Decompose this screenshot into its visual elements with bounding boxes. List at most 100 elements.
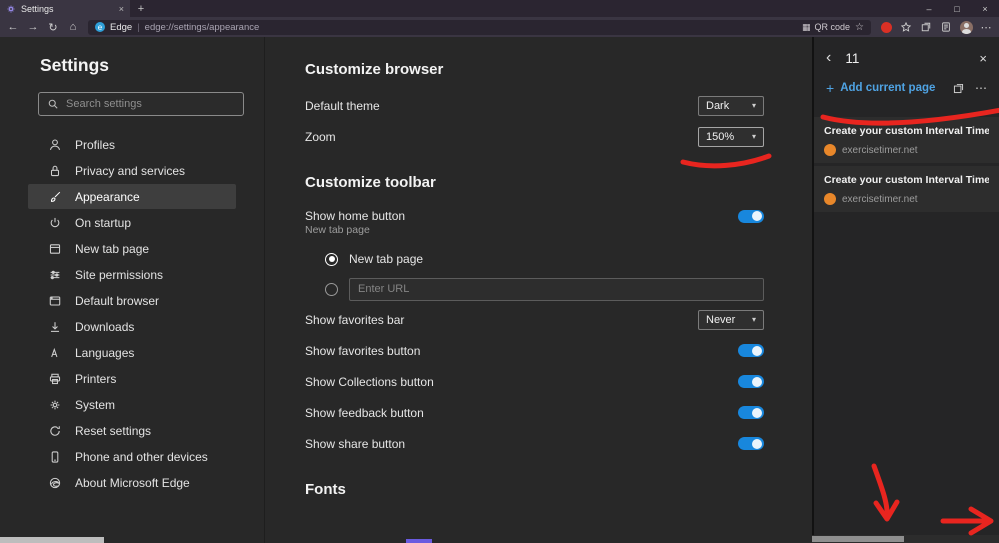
sidebar-item-printers[interactable]: Printers (28, 366, 236, 391)
sidebar-item-label: About Microsoft Edge (75, 475, 190, 490)
settings-searchbox[interactable] (38, 92, 244, 116)
show-feedback-button-row: Show feedback button (305, 397, 764, 428)
sidebar-item-label: System (75, 397, 116, 412)
settings-more-icon[interactable]: ⋯ (977, 19, 995, 35)
chevron-down-icon: ▾ (751, 315, 756, 324)
collections-icon[interactable] (952, 82, 965, 95)
edge-logo-icon (49, 477, 61, 488)
site-favicon (824, 193, 836, 205)
sidebar-item-label: Profiles (75, 137, 116, 152)
add-favorite-star-icon[interactable]: ☆ (855, 22, 864, 33)
show-share-button-toggle[interactable] (738, 437, 764, 450)
show-home-button-caption: New tab page (305, 224, 370, 236)
sidebar-item-default-browser[interactable]: Default browser (28, 288, 236, 313)
show-collections-button-toggle[interactable] (738, 375, 764, 388)
favorites-bar-dropdown[interactable]: Never ▾ (698, 309, 764, 330)
minimize-button[interactable]: – (915, 0, 943, 17)
sidebar-item-privacy[interactable]: Privacy and services (28, 158, 236, 183)
chevron-down-icon: ▾ (751, 101, 756, 110)
default-theme-row: Default theme Dark ▾ (305, 90, 764, 121)
search-input[interactable] (66, 98, 235, 110)
default-theme-label: Default theme (305, 98, 380, 113)
customize-browser-heading: Customize browser (305, 61, 444, 78)
maximize-button[interactable]: □ (943, 0, 971, 17)
forward-icon[interactable]: → (24, 19, 42, 35)
qr-code-button[interactable]: ▦ QR code (802, 22, 850, 33)
sidebar-item-label: Phone and other devices (75, 449, 208, 464)
address-bar[interactable]: e Edge | edge://settings/appearance ▦ QR… (88, 19, 871, 35)
reset-icon (50, 425, 60, 436)
newtab-radio-label: New tab page (349, 252, 424, 266)
home-icon[interactable]: ⌂ (64, 19, 82, 35)
sidebar-item-profiles[interactable]: Profiles (28, 132, 236, 157)
sidebar-item-label: Privacy and services (75, 163, 186, 178)
tab-settings[interactable]: Settings × (0, 0, 130, 17)
download-icon (50, 321, 60, 332)
show-collections-button-row: Show Collections button (305, 366, 764, 397)
bottom-left-scrollbar-thumb[interactable] (0, 537, 104, 543)
edge-logo-icon: e (95, 22, 105, 32)
home-url-input[interactable] (349, 277, 764, 301)
panel-close-icon[interactable]: × (979, 51, 987, 66)
back-chevron-icon[interactable]: ‹ (826, 50, 831, 66)
bottom-accent-fragment (406, 539, 432, 543)
sidebar-item-system[interactable]: System (28, 392, 236, 417)
home-url-radio-row (325, 274, 764, 304)
page-toolbar-icon[interactable] (937, 19, 955, 35)
refresh-icon[interactable]: ↻ (44, 19, 62, 35)
collections-toolbar-icon[interactable] (917, 19, 935, 35)
chevron-down-icon: ▾ (751, 132, 756, 141)
profile-avatar[interactable] (957, 19, 975, 35)
newtab-radio[interactable] (325, 252, 338, 266)
collection-item[interactable]: Create your custom Interval Timer - Exer… (814, 166, 999, 212)
favorites-toolbar-icon[interactable] (897, 19, 915, 35)
sidebar-item-on-startup[interactable]: On startup (28, 210, 236, 235)
extension-icon-red[interactable] (877, 19, 895, 35)
show-home-button-label: Show home button (305, 209, 406, 223)
url-text: edge://settings/appearance (144, 21, 260, 33)
show-favorites-button-label: Show favorites button (305, 343, 421, 358)
printer-icon (49, 373, 61, 384)
custom-url-radio[interactable] (325, 282, 338, 296)
show-favorites-bar-row: Show favorites bar Never ▾ (305, 304, 764, 335)
collections-panel: ‹ 11 × + Add current page ⋯ Create your … (812, 37, 999, 543)
panel-more-icon[interactable]: ⋯ (975, 81, 987, 95)
browser-window-icon (49, 295, 61, 306)
sidebar-item-phone-devices[interactable]: Phone and other devices (28, 444, 236, 469)
panel-scrollbar-thumb[interactable] (812, 536, 904, 542)
browser-window: Settings × + – □ × ← → ↻ ⌂ e Edge | edge… (0, 0, 999, 543)
window-controls: – □ × (915, 0, 999, 17)
zoom-label: Zoom (305, 129, 336, 144)
collection-item[interactable]: Create your custom Interval Timer - Exer… (814, 117, 999, 163)
show-feedback-button-toggle[interactable] (738, 406, 764, 419)
show-feedback-button-label: Show feedback button (305, 405, 424, 420)
home-newtab-radio-row: New tab page (325, 244, 764, 274)
sidebar-item-label: Site permissions (75, 267, 164, 282)
sidebar-item-site-permissions[interactable]: Site permissions (28, 262, 236, 287)
sidebar-item-downloads[interactable]: Downloads (28, 314, 236, 339)
sidebar-item-new-tab-page[interactable]: New tab page (28, 236, 236, 261)
person-icon (49, 138, 61, 150)
show-home-button-toggle[interactable] (738, 209, 764, 223)
tab-close-icon[interactable]: × (119, 4, 124, 14)
sidebar-item-appearance[interactable]: Appearance (28, 184, 236, 209)
titlebar: Settings × + – □ × (0, 0, 999, 17)
sidebar-item-about-edge[interactable]: About Microsoft Edge (28, 470, 236, 495)
default-theme-value: Dark (706, 99, 730, 112)
new-tab-button[interactable]: + (130, 0, 152, 17)
sidebar-item-reset-settings[interactable]: Reset settings (28, 418, 236, 443)
back-icon[interactable]: ← (4, 19, 22, 35)
collection-item-domain: exercisetimer.net (842, 144, 918, 156)
show-share-button-row: Show share button (305, 428, 764, 459)
sidebar-item-languages[interactable]: Languages (28, 340, 236, 365)
sidebar-item-label: New tab page (75, 241, 150, 256)
add-current-page-button[interactable]: Add current page (840, 82, 935, 94)
default-theme-dropdown[interactable]: Dark ▾ (698, 95, 764, 116)
show-favorites-button-toggle[interactable] (738, 344, 764, 357)
appearance-settings-main: Customize browser Default theme Dark ▾ Z… (265, 37, 812, 543)
sidebar-item-label: Downloads (75, 319, 135, 334)
settings-sidebar: Settings Profiles Privacy and services A… (0, 37, 265, 543)
collection-title: 11 (845, 50, 860, 66)
close-button[interactable]: × (971, 0, 999, 17)
zoom-dropdown[interactable]: 150% ▾ (698, 126, 764, 147)
